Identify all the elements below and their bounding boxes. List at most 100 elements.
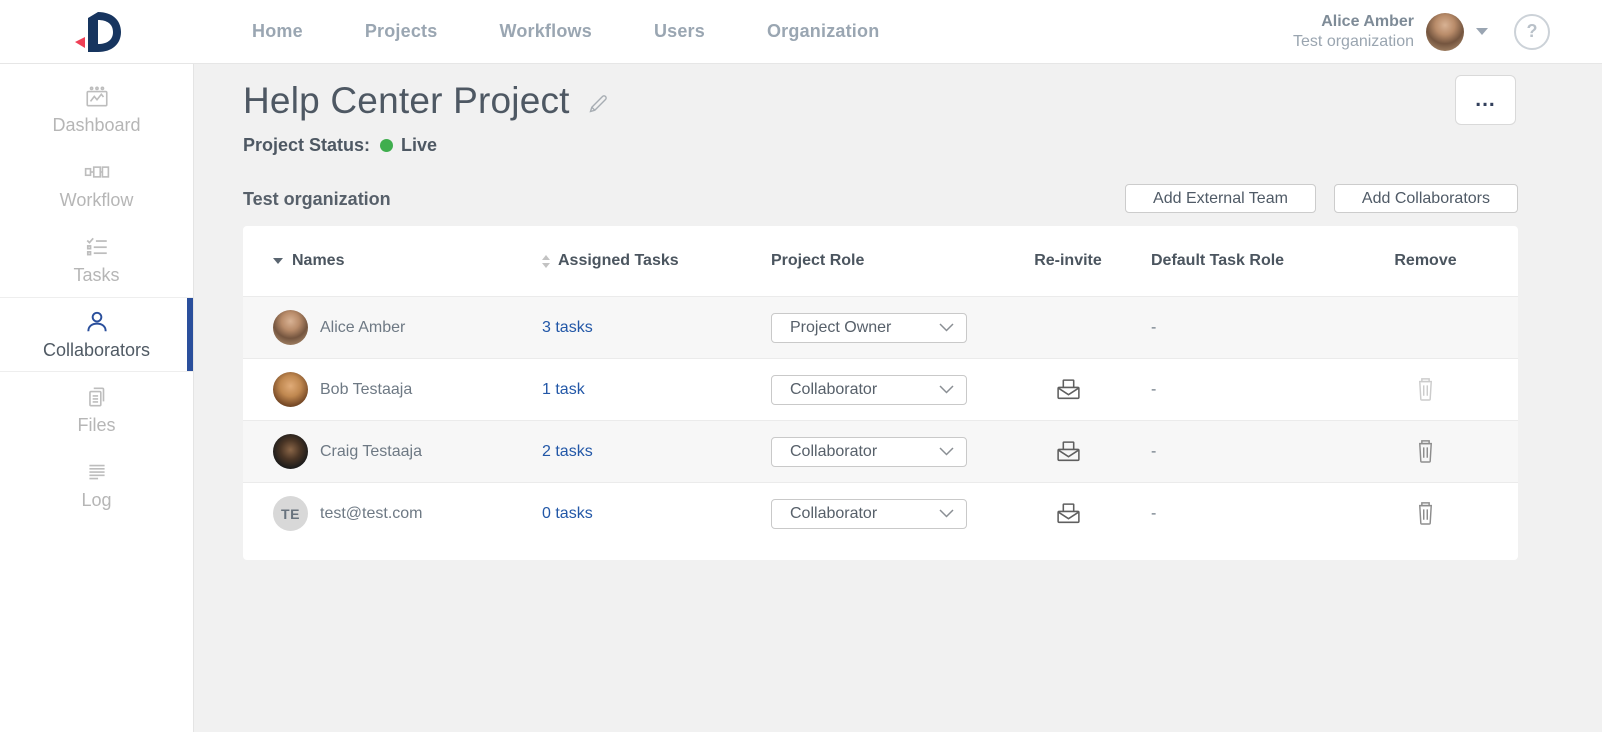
envelope-invite-icon <box>1055 439 1082 464</box>
sidebar: Dashboard Workflow Tasks Collaborators <box>0 64 194 732</box>
project-role-select[interactable]: Collaborator <box>771 499 967 529</box>
trash-icon <box>1415 439 1436 464</box>
table-row: TE test@test.com 0 tasks Collaborator <box>243 482 1518 544</box>
sidebar-item-files[interactable]: Files <box>0 372 193 447</box>
add-external-team-button[interactable]: Add External Team <box>1125 184 1316 213</box>
remove-button-disabled <box>1415 377 1436 402</box>
column-header-names: Names <box>243 252 539 270</box>
trash-icon <box>1415 501 1436 526</box>
nav-users[interactable]: Users <box>654 21 705 42</box>
collaborator-name: Craig Testaaja <box>320 443 422 461</box>
nav-workflows[interactable]: Workflows <box>499 21 591 42</box>
sort-both-icon[interactable] <box>542 255 550 268</box>
envelope-invite-icon <box>1055 377 1082 402</box>
top-bar: Home Projects Workflows Users Organizati… <box>0 0 1602 64</box>
user-avatar <box>1426 13 1464 51</box>
project-role-select[interactable]: Collaborator <box>771 375 967 405</box>
assigned-tasks-link[interactable]: 1 task <box>542 381 585 398</box>
collaborators-table: Names Assigned Tasks Project Role Re-inv… <box>243 226 1518 560</box>
sidebar-item-log[interactable]: Log <box>0 447 193 522</box>
sort-desc-icon[interactable] <box>273 258 283 264</box>
table-row: Alice Amber 3 tasks Project Owner - <box>243 296 1518 358</box>
nav-projects[interactable]: Projects <box>365 21 438 42</box>
assigned-tasks-link[interactable]: 3 tasks <box>542 319 593 336</box>
collaborator-name: Bob Testaaja <box>320 381 412 399</box>
remove-button[interactable] <box>1415 501 1436 526</box>
trash-icon <box>1415 377 1436 402</box>
column-header-reinvite: Re-invite <box>1013 252 1123 270</box>
sidebar-label: Files <box>77 415 115 436</box>
nav-organization[interactable]: Organization <box>767 21 879 42</box>
edit-pencil-icon[interactable] <box>586 92 610 116</box>
collaborators-icon <box>84 309 110 335</box>
assigned-tasks-link[interactable]: 2 tasks <box>542 443 593 460</box>
sidebar-label: Collaborators <box>43 340 150 361</box>
assigned-tasks-link[interactable]: 0 tasks <box>542 505 593 522</box>
question-mark-icon: ? <box>1527 21 1538 42</box>
avatar <box>273 372 308 407</box>
chevron-down-icon <box>939 447 954 456</box>
collaborator-name: Alice Amber <box>320 319 405 337</box>
user-menu[interactable]: Alice Amber Test organization ? <box>1293 12 1602 52</box>
default-task-role: - <box>1123 381 1333 399</box>
reinvite-button[interactable] <box>1055 377 1082 402</box>
page-title: Help Center Project <box>243 80 570 122</box>
avatar <box>273 434 308 469</box>
project-status: Project Status: Live <box>243 135 1602 156</box>
sidebar-item-tasks[interactable]: Tasks <box>0 222 193 297</box>
default-task-role: - <box>1123 319 1333 337</box>
table-actions: Add External Team Add Collaborators <box>1125 184 1518 213</box>
table-row: Craig Testaaja 2 tasks Collaborator <box>243 420 1518 482</box>
reinvite-button[interactable] <box>1055 501 1082 526</box>
sidebar-item-collaborators[interactable]: Collaborators <box>0 297 193 372</box>
workflow-icon <box>84 159 110 185</box>
chevron-down-icon <box>939 323 954 332</box>
more-options-button[interactable]: ... <box>1455 75 1516 125</box>
chevron-down-icon <box>939 385 954 394</box>
reinvite-button[interactable] <box>1055 439 1082 464</box>
user-name: Alice Amber <box>1293 12 1414 32</box>
column-header-default-task-role: Default Task Role <box>1123 252 1333 270</box>
default-task-role: - <box>1123 505 1333 523</box>
sidebar-item-dashboard[interactable]: Dashboard <box>0 72 193 147</box>
tasks-icon <box>84 234 110 260</box>
sidebar-label: Workflow <box>60 190 134 211</box>
sidebar-label: Tasks <box>73 265 119 286</box>
project-status-label: Project Status: <box>243 135 370 156</box>
help-button[interactable]: ? <box>1514 14 1550 50</box>
add-collaborators-button[interactable]: Add Collaborators <box>1334 184 1518 213</box>
chevron-down-icon <box>1476 28 1488 35</box>
default-task-role: - <box>1123 443 1333 461</box>
files-icon <box>84 384 110 410</box>
avatar <box>273 310 308 345</box>
avatar-initials: TE <box>273 496 308 531</box>
column-header-assigned-tasks: Assigned Tasks <box>539 252 771 270</box>
main-content: Help Center Project ... Project Status: … <box>194 64 1602 732</box>
collaborator-name: test@test.com <box>320 505 423 523</box>
nav-home[interactable]: Home <box>252 21 303 42</box>
live-status-dot <box>380 139 393 152</box>
logo-icon <box>71 11 123 53</box>
project-role-select[interactable]: Collaborator <box>771 437 967 467</box>
org-row: Test organization Add External Team Add … <box>243 184 1518 213</box>
envelope-invite-icon <box>1055 501 1082 526</box>
app-logo[interactable] <box>0 11 194 53</box>
page-head: Help Center Project <box>243 80 1602 122</box>
log-icon <box>84 459 110 485</box>
user-info: Alice Amber Test organization <box>1293 12 1414 52</box>
main-nav: Home Projects Workflows Users Organizati… <box>252 21 879 42</box>
table-header: Names Assigned Tasks Project Role Re-inv… <box>243 226 1518 296</box>
chevron-down-icon <box>939 509 954 518</box>
sidebar-label: Log <box>81 490 111 511</box>
column-header-project-role: Project Role <box>771 252 1013 270</box>
project-status-value: Live <box>401 135 437 156</box>
remove-button[interactable] <box>1415 439 1436 464</box>
table-row: Bob Testaaja 1 task Collaborator - <box>243 358 1518 420</box>
user-organization: Test organization <box>1293 32 1414 52</box>
dashboard-icon <box>84 84 110 110</box>
column-header-remove: Remove <box>1333 252 1518 270</box>
sidebar-item-workflow[interactable]: Workflow <box>0 147 193 222</box>
sidebar-label: Dashboard <box>52 115 140 136</box>
organization-heading: Test organization <box>243 189 391 213</box>
project-role-select[interactable]: Project Owner <box>771 313 967 343</box>
